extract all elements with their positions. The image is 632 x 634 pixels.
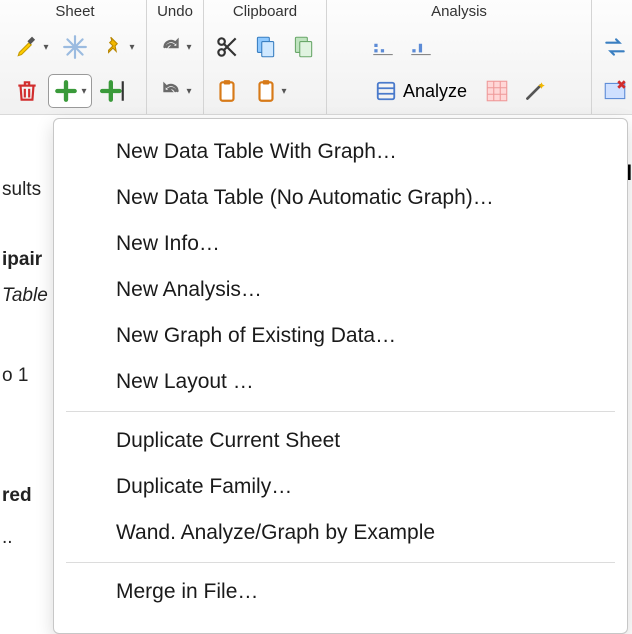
menu-separator-1 [66,411,615,412]
paste-button[interactable] [210,74,244,108]
group-right-label [598,0,632,24]
copy-button[interactable] [248,30,282,64]
redo-button[interactable]: ▾ [153,30,197,64]
group-analysis-label: Analysis [333,0,585,24]
group-sheet: Sheet ▾ [4,0,147,114]
trash-icon [14,78,40,104]
analyze-button[interactable]: Analyze [366,74,476,108]
scissors-icon [214,34,240,60]
left-row1: o 1 [0,361,55,391]
delete-sheet-button[interactable] [10,74,44,108]
left-red: red [0,481,55,511]
group-clipboard: Clipboard [204,0,327,114]
clipboard-icon [214,78,240,104]
left-pair: ipair [0,245,55,275]
copy-alt-icon [290,34,316,60]
grid-highlight-button[interactable] [480,74,514,108]
copy-icon [252,34,278,60]
bars-icon [370,34,396,60]
plus-icon [53,78,79,104]
chart-preset2-button[interactable] [404,30,438,64]
swap-button[interactable] [598,30,632,64]
group-clipboard-label: Clipboard [210,0,320,24]
menu-new-table-nograph[interactable]: New Data Table (No Automatic Graph)… [54,175,627,221]
chart-preset1-button[interactable] [366,30,400,64]
clipboard-alt-icon [253,78,279,104]
new-sheet-button[interactable]: ▾ [48,74,92,108]
wand-button[interactable] [518,74,552,108]
wand-icon [522,78,548,104]
bars2-icon [408,34,434,60]
left-results: sults [0,175,55,205]
menu-wand[interactable]: Wand. Analyze/Graph by Example [54,510,627,556]
insert-sheet-button[interactable] [96,74,130,108]
snowflake-icon [62,34,88,60]
grid-x-icon [602,78,628,104]
menu-new-graph-existing[interactable]: New Graph of Existing Data… [54,313,627,359]
menu-new-info[interactable]: New Info… [54,221,627,267]
undo-icon [158,78,184,104]
cut-button[interactable] [210,30,244,64]
menu-dup-family[interactable]: Duplicate Family… [54,464,627,510]
snowflake-button[interactable] [58,30,92,64]
analyze-label: Analyze [403,81,467,102]
pin-icon [101,34,127,60]
left-dots: .. [0,523,55,553]
group-analysis: Analysis [327,0,592,114]
copy-special-button[interactable] [286,30,320,64]
remove-row-button[interactable] [598,74,632,108]
menu-merge[interactable]: Merge in File… [54,569,627,615]
menu-new-analysis[interactable]: New Analysis… [54,267,627,313]
group-undo-label: Undo [153,0,197,24]
plus-insert-icon [100,78,126,104]
swap-icon [602,34,628,60]
new-sheet-menu: New Data Table With Graph… New Data Tabl… [53,118,628,634]
highlighter-icon [15,34,41,60]
pin-button[interactable]: ▾ [96,30,140,64]
left-pane: sults ipair Table o 1 red .. [0,115,55,553]
menu-new-layout[interactable]: New Layout … [54,359,627,405]
left-table: Table [0,281,55,311]
group-sheet-label: Sheet [10,0,140,24]
group-right-edge [592,0,632,114]
menu-dup-sheet[interactable]: Duplicate Current Sheet [54,418,627,464]
group-undo: Undo ▾ ▾ [147,0,204,114]
grid-icon [484,78,510,104]
highlighter-button[interactable]: ▾ [10,30,54,64]
menu-new-table-graph[interactable]: New Data Table With Graph… [54,129,627,175]
main-toolbar: Sheet ▾ [0,0,632,115]
undo-button[interactable]: ▾ [153,74,197,108]
analyze-icon [375,80,397,102]
paste-special-button[interactable]: ▾ [248,74,292,108]
menu-separator-2 [66,562,615,563]
redo-icon [158,34,184,60]
